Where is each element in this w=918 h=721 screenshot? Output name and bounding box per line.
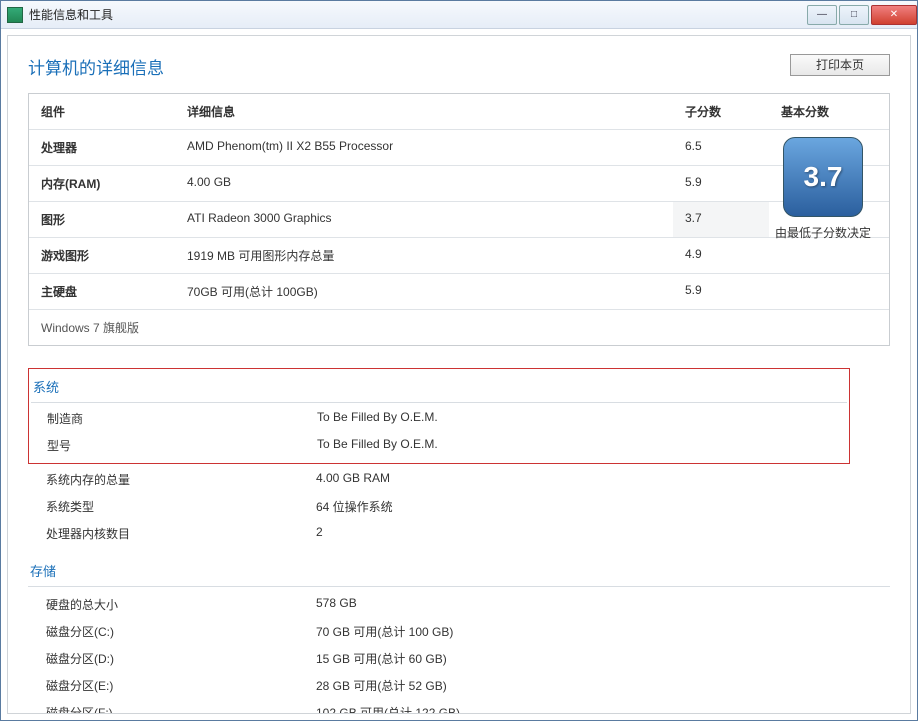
cell-detail: AMD Phenom(tm) II X2 B55 Processor [175, 130, 673, 165]
table-row: 处理器 AMD Phenom(tm) II X2 B55 Processor 6… [29, 130, 889, 166]
minimize-button[interactable]: — [807, 5, 837, 25]
close-button[interactable]: ✕ [871, 5, 917, 25]
cell-subscore: 5.9 [673, 166, 769, 201]
cell-subscore: 6.5 [673, 130, 769, 165]
kv-row: 系统类型 64 位操作系统 [28, 493, 890, 520]
col-component: 组件 [29, 94, 175, 129]
table-row: 主硬盘 70GB 可用(总计 100GB) 5.9 [29, 274, 889, 310]
col-detail: 详细信息 [175, 94, 673, 129]
kv-value: 70 GB 可用(总计 100 GB) [316, 623, 453, 640]
kv-row: 制造商 To Be Filled By O.E.M. [29, 405, 849, 432]
cell-detail: 70GB 可用(总计 100GB) [175, 274, 673, 309]
cell-subscore: 4.9 [673, 238, 769, 273]
kv-value: 102 GB 可用(总计 122 GB) [316, 704, 460, 714]
kv-label: 磁盘分区(C:) [46, 623, 316, 640]
kv-row: 磁盘分区(F:) 102 GB 可用(总计 122 GB) [28, 699, 890, 714]
table-row: 内存(RAM) 4.00 GB 5.9 [29, 166, 889, 202]
base-score-block: 3.7 由最低子分数决定 [768, 137, 878, 242]
client-area: 计算机的详细信息 打印本页 组件 详细信息 子分数 基本分数 处理器 AMD P… [1, 29, 917, 720]
table-row: 图形 ATI Radeon 3000 Graphics 3.7 [29, 202, 889, 238]
kv-label: 处理器内核数目 [46, 525, 316, 542]
kv-label: 制造商 [47, 410, 317, 427]
cell-component: 图形 [29, 202, 175, 237]
col-subscore: 子分数 [673, 94, 769, 129]
kv-row: 硬盘的总大小 578 GB [28, 591, 890, 618]
kv-value: 578 GB [316, 596, 357, 613]
kv-label: 磁盘分区(D:) [46, 650, 316, 667]
app-icon [7, 7, 23, 23]
window-buttons: — □ ✕ [805, 5, 917, 25]
score-table-header: 组件 详细信息 子分数 基本分数 [29, 94, 889, 130]
page-title: 计算机的详细信息 [28, 54, 164, 79]
cell-subscore-lowest: 3.7 [673, 202, 769, 237]
os-edition: Windows 7 旗舰版 [29, 310, 151, 345]
base-score-badge: 3.7 [783, 137, 863, 217]
kv-label: 磁盘分区(F:) [46, 704, 316, 714]
page-header: 计算机的详细信息 打印本页 [28, 54, 890, 79]
cell-component: 主硬盘 [29, 274, 175, 309]
cell-detail: ATI Radeon 3000 Graphics [175, 202, 673, 237]
cell-component: 游戏图形 [29, 238, 175, 273]
cell-subscore: 5.9 [673, 274, 769, 309]
system-section-highlight: 系统 制造商 To Be Filled By O.E.M. 型号 To Be F… [28, 368, 850, 464]
kv-label: 硬盘的总大小 [46, 596, 316, 613]
kv-row: 磁盘分区(C:) 70 GB 可用(总计 100 GB) [28, 618, 890, 645]
section-header-system: 系统 [31, 371, 847, 403]
window-title: 性能信息和工具 [29, 6, 805, 23]
kv-row: 处理器内核数目 2 [28, 520, 890, 547]
content-pane[interactable]: 计算机的详细信息 打印本页 组件 详细信息 子分数 基本分数 处理器 AMD P… [7, 35, 911, 714]
kv-value: 2 [316, 525, 323, 542]
maximize-button[interactable]: □ [839, 5, 869, 25]
cell-component: 内存(RAM) [29, 166, 175, 201]
section-header-storage: 存储 [28, 555, 890, 587]
base-score-note: 由最低子分数决定 [768, 225, 878, 242]
kv-row: 系统内存的总量 4.00 GB RAM [28, 466, 890, 493]
score-table-footer: Windows 7 旗舰版 [29, 310, 889, 345]
kv-label: 系统内存的总量 [46, 471, 316, 488]
kv-value: 28 GB 可用(总计 52 GB) [316, 677, 447, 694]
kv-label: 系统类型 [46, 498, 316, 515]
window-frame: 性能信息和工具 — □ ✕ 计算机的详细信息 打印本页 组件 详细信息 子分数 … [0, 0, 918, 721]
table-row: 游戏图形 1919 MB 可用图形内存总量 4.9 [29, 238, 889, 274]
kv-label: 磁盘分区(E:) [46, 677, 316, 694]
kv-row: 磁盘分区(E:) 28 GB 可用(总计 52 GB) [28, 672, 890, 699]
kv-row: 磁盘分区(D:) 15 GB 可用(总计 60 GB) [28, 645, 890, 672]
cell-detail: 1919 MB 可用图形内存总量 [175, 238, 673, 273]
kv-label: 型号 [47, 437, 317, 454]
titlebar[interactable]: 性能信息和工具 — □ ✕ [1, 1, 917, 29]
kv-row: 型号 To Be Filled By O.E.M. [29, 432, 849, 459]
print-button[interactable]: 打印本页 [790, 54, 890, 76]
kv-value: 4.00 GB RAM [316, 471, 390, 488]
kv-value: To Be Filled By O.E.M. [317, 410, 438, 427]
kv-value: 15 GB 可用(总计 60 GB) [316, 650, 447, 667]
kv-value: To Be Filled By O.E.M. [317, 437, 438, 454]
kv-value: 64 位操作系统 [316, 498, 393, 515]
col-basescore: 基本分数 [769, 94, 889, 129]
cell-detail: 4.00 GB [175, 166, 673, 201]
score-table: 组件 详细信息 子分数 基本分数 处理器 AMD Phenom(tm) II X… [28, 93, 890, 346]
cell-component: 处理器 [29, 130, 175, 165]
